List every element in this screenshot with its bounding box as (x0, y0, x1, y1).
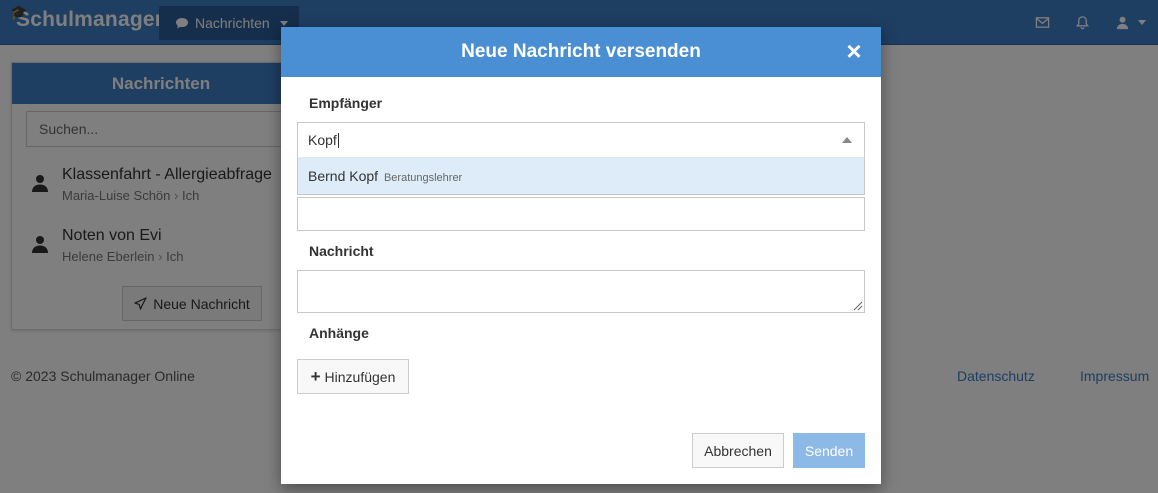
resize-grip-icon[interactable] (851, 299, 863, 311)
dialog-header: Neue Nachricht versenden × (281, 27, 881, 77)
close-icon[interactable]: × (843, 38, 865, 64)
add-attachment-label: Hinzufügen (324, 368, 396, 385)
message-textarea[interactable] (297, 270, 865, 313)
dialog-title: Neue Nachricht versenden (461, 41, 701, 62)
plus-icon: + (310, 367, 321, 386)
recipient-option[interactable]: Bernd Kopf Beratungslehrer (297, 157, 865, 195)
cancel-button[interactable]: Abbrechen (692, 433, 784, 468)
recipient-value: Kopf (308, 132, 337, 148)
recipient-label: Empfänger (309, 95, 383, 111)
recipient-input[interactable]: Kopf (297, 122, 865, 157)
send-button[interactable]: Senden (793, 433, 865, 468)
attachments-label: Anhänge (309, 325, 369, 341)
option-name: Bernd Kopf (308, 168, 379, 184)
message-label: Nachricht (309, 243, 374, 259)
chevron-up-icon[interactable] (842, 137, 852, 143)
add-attachment-button[interactable]: + Hinzufügen (297, 359, 409, 394)
new-message-dialog: Neue Nachricht versenden × Empfänger Kop… (281, 27, 881, 484)
subject-input[interactable] (297, 197, 865, 231)
option-role: Beratungslehrer (383, 172, 463, 184)
text-cursor (337, 133, 339, 148)
